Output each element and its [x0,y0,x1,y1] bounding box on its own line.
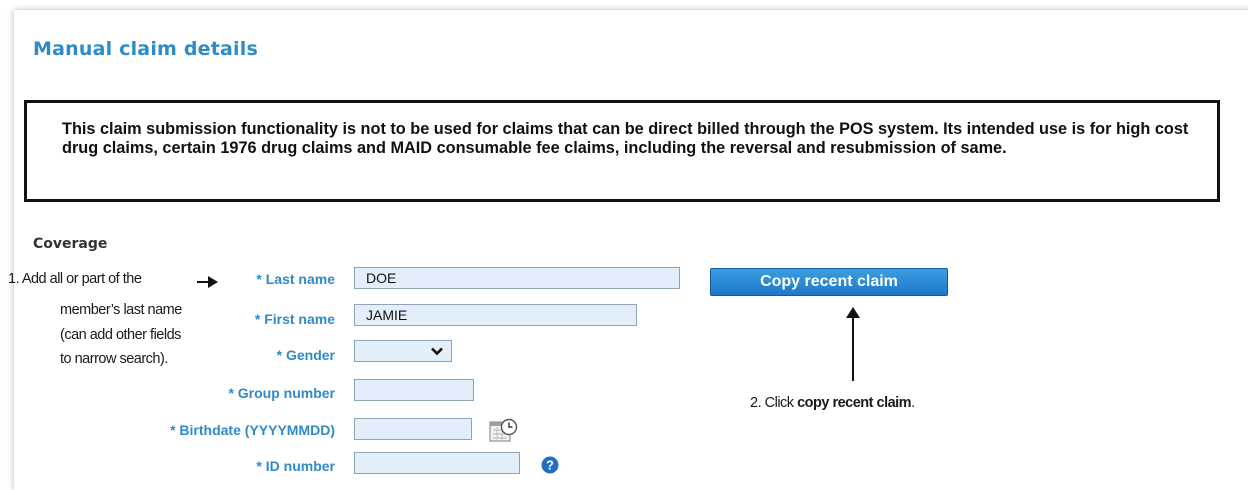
step1-line1: 1. Add all or part of the [8,271,142,287]
gender-select[interactable] [354,340,452,362]
chevron-down-icon [431,347,443,356]
step2-instruction: 2. Click copy recent claim. [750,395,915,411]
id-number-label: * ID number [256,458,335,474]
svg-text:?: ? [546,458,554,473]
copy-recent-claim-button[interactable]: Copy recent claim [710,268,948,296]
id-number-input[interactable] [354,452,520,474]
help-icon[interactable]: ? [541,456,559,474]
arrow-right-icon [197,276,218,288]
last-name-label: * Last name [256,271,335,287]
calendar-icon[interactable] [488,418,518,444]
notice-box: This claim submission functionality is n… [24,100,1220,202]
group-number-label: * Group number [228,385,335,401]
birthdate-label: * Birthdate (YYYYMMDD) [170,422,335,438]
first-name-input[interactable]: JAMIE [354,304,637,326]
coverage-heading: Coverage [33,236,108,252]
group-number-input[interactable] [354,379,474,401]
form-panel [14,10,1248,490]
step1-line4: to narrow search). [60,351,168,367]
birthdate-input[interactable] [354,418,472,440]
last-name-input[interactable]: DOE [354,267,680,289]
step1-line3: (can add other fields [60,327,181,343]
page-title: Manual claim details [33,38,258,60]
step1-line2: member’s last name [60,302,182,318]
arrow-up-icon [846,307,860,381]
